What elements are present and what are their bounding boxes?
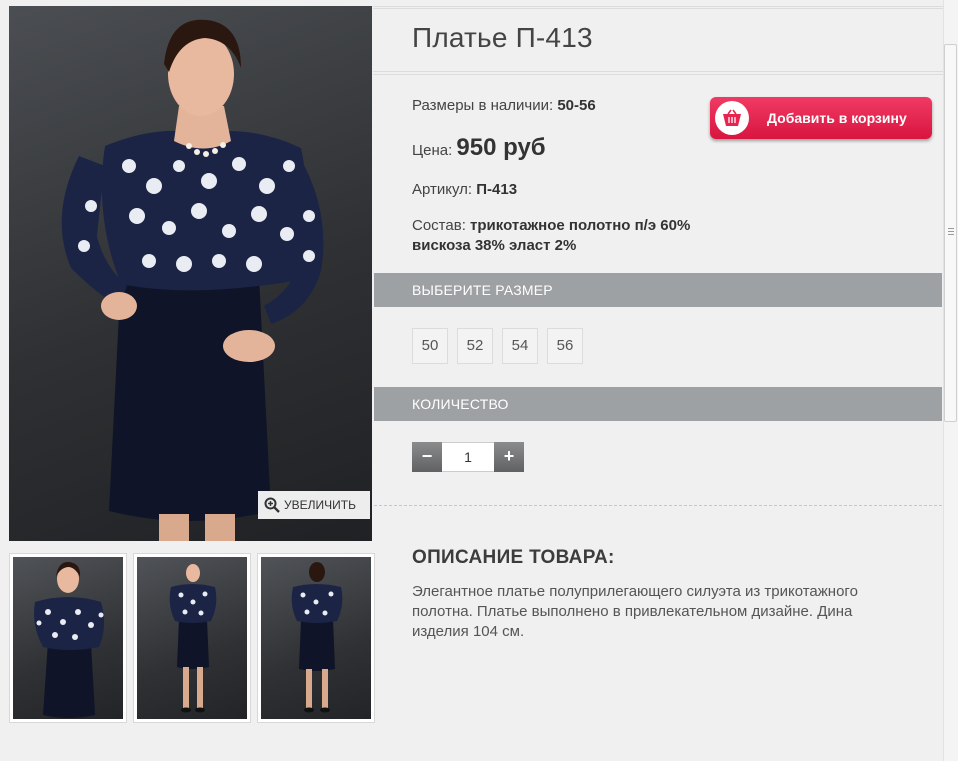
sizes-label: Размеры в наличии: <box>412 97 554 114</box>
quantity-stepper: − 1 + <box>412 442 524 472</box>
sku-label: Артикул: <box>412 181 473 198</box>
size-section-header: ВЫБЕРИТЕ РАЗМЕР <box>374 273 942 307</box>
price: Цена: 950 руб <box>412 134 546 162</box>
section-divider <box>374 505 942 506</box>
quantity-input[interactable]: 1 <box>442 442 494 472</box>
thumbnail-image <box>291 562 343 713</box>
sizes-value: 50-56 <box>557 97 596 114</box>
thumbnail-strip <box>9 553 375 723</box>
zoom-in-icon <box>264 497 280 513</box>
available-sizes: Размеры в наличии: 50-56 <box>412 97 596 114</box>
sku: Артикул: П-413 <box>412 181 517 198</box>
size-option-56[interactable]: 56 <box>547 328 583 364</box>
main-product-photo[interactable]: УВЕЛИЧИТЬ <box>9 6 372 541</box>
size-option-50[interactable]: 50 <box>412 328 448 364</box>
scrollbar-grip-icon <box>948 228 954 235</box>
thumbnail-image <box>169 564 217 713</box>
quantity-decrease-button[interactable]: − <box>412 442 442 472</box>
product-title: Платье П-413 <box>412 22 593 53</box>
model-illustration <box>61 19 324 541</box>
size-option-52[interactable]: 52 <box>457 328 493 364</box>
thumbnail-back[interactable] <box>257 553 375 723</box>
description-text: Элегантное платье полуприлегающего силуэ… <box>412 583 858 640</box>
basket-icon <box>723 109 741 126</box>
scrollbar-thumb[interactable] <box>944 44 957 422</box>
quantity-increase-button[interactable]: + <box>494 442 524 472</box>
add-to-cart-button[interactable]: Добавить в корзину <box>710 97 932 139</box>
top-divider <box>373 6 943 9</box>
size-option-54[interactable]: 54 <box>502 328 538 364</box>
add-to-cart-label: Добавить в корзину <box>767 110 907 126</box>
zoom-label: УВЕЛИЧИТЬ <box>284 498 356 512</box>
price-value: 950 руб <box>456 134 546 161</box>
price-label: Цена: <box>412 142 453 159</box>
sku-value: П-413 <box>476 181 518 198</box>
composition-label: Состав: <box>412 217 466 234</box>
thumbnail-full-length[interactable] <box>133 553 251 723</box>
quantity-section-header: КОЛИЧЕСТВО <box>374 387 942 421</box>
composition: Состав: трикотажное полотно п/э 60% виск… <box>412 216 712 256</box>
thumbnail-front[interactable] <box>9 553 127 723</box>
thumbnail-image <box>34 561 105 718</box>
zoom-button[interactable]: УВЕЛИЧИТЬ <box>258 491 370 519</box>
title-divider <box>373 71 943 75</box>
description-title: ОПИСАНИЕ ТОВАРА: <box>412 547 615 568</box>
basket-icon-circle <box>715 101 749 135</box>
